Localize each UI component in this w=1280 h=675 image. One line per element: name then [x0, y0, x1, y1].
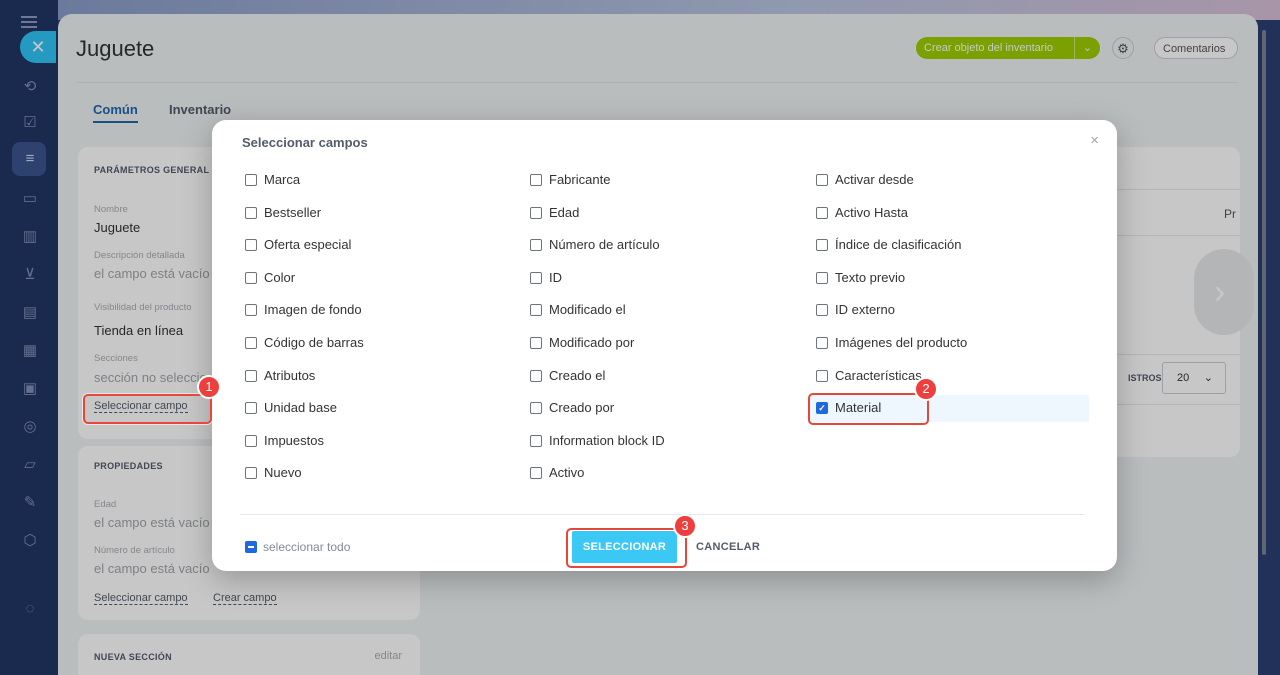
checkbox-icon[interactable]: [816, 239, 828, 252]
checkbox-icon[interactable]: [530, 271, 542, 284]
dialog-title: Seleccionar campos: [242, 135, 368, 150]
checkbox-icon[interactable]: [245, 271, 257, 284]
annotation-box-2: [808, 393, 929, 425]
checkbox-icon[interactable]: [816, 271, 828, 284]
field-option-label: Information block ID: [549, 432, 665, 448]
annotation-box-3: [566, 528, 687, 568]
field-option-label: Número de artículo: [549, 237, 660, 253]
field-option-label: Modificado el: [549, 302, 626, 318]
field-option-label: Impuestos: [264, 432, 324, 448]
checkbox-icon[interactable]: [245, 206, 257, 219]
checkbox-icon[interactable]: [530, 434, 542, 447]
checkbox-icon[interactable]: [245, 467, 257, 480]
field-option-label: ID: [549, 269, 562, 285]
annotation-box-1: [83, 394, 212, 424]
field-option-label: Creado por: [549, 400, 615, 416]
select-fields-dialog: Seleccionar campos × Marca Bestseller Ofer…: [212, 120, 1117, 571]
field-option-label: Creado el: [549, 367, 606, 383]
close-icon[interactable]: ×: [1090, 132, 1099, 149]
field-option-label: ID externo: [835, 302, 895, 318]
checkbox-icon[interactable]: [245, 239, 257, 252]
field-option-label: Imagen de fondo: [264, 302, 362, 318]
field-option-label: Fabricante: [549, 172, 611, 187]
field-option-label: Edad: [549, 204, 580, 220]
field-option-label: Marca: [264, 172, 301, 187]
field-option-label: Oferta especial: [264, 237, 352, 253]
checkbox-icon[interactable]: [245, 174, 257, 186]
checkbox-icon[interactable]: [530, 402, 542, 415]
checkbox-icon[interactable]: [245, 337, 257, 349]
checkbox-icon[interactable]: [530, 206, 542, 219]
checkbox-icon[interactable]: [816, 206, 828, 219]
field-option-label: Activar desde: [835, 172, 914, 187]
field-option-label: Activo Hasta: [835, 204, 908, 220]
checkbox-icon[interactable]: [530, 467, 542, 480]
field-option-label: Imágenes del producto: [835, 335, 968, 350]
cancel-button[interactable]: CANCELAR: [696, 531, 760, 563]
field-option-label: Nuevo: [264, 465, 302, 481]
checkbox-icon[interactable]: [816, 337, 828, 349]
select-all-label: seleccionar todo: [263, 540, 351, 554]
field-option-label: Código de barras: [264, 335, 364, 350]
field-option-label: Activo: [549, 465, 585, 481]
annotation-badge-1: 1: [197, 375, 221, 399]
annotation-badge-3: 3: [673, 514, 697, 538]
field-option-label: Bestseller: [264, 204, 322, 220]
checkbox-icon[interactable]: [530, 369, 542, 382]
minus-checkbox-icon: [245, 541, 257, 553]
checkbox-icon[interactable]: [245, 304, 257, 317]
checkbox-icon[interactable]: [530, 304, 542, 317]
field-option-label: Características: [835, 367, 922, 383]
checkbox-icon[interactable]: [245, 369, 257, 382]
checkbox-icon[interactable]: [530, 174, 542, 186]
checkbox-icon[interactable]: [245, 402, 257, 415]
annotation-badge-2: 2: [914, 377, 938, 401]
checkbox-icon[interactable]: [816, 174, 828, 186]
checkbox-icon[interactable]: [530, 337, 542, 349]
field-option-label: Color: [264, 269, 296, 285]
checkbox-icon[interactable]: [816, 304, 828, 317]
field-option-label: Texto previo: [835, 269, 906, 285]
field-option-label: Unidad base: [264, 400, 337, 416]
field-option-label: Modificado por: [549, 335, 635, 350]
checkbox-icon[interactable]: [530, 239, 542, 252]
checkbox-icon[interactable]: [245, 434, 257, 447]
checkbox-icon[interactable]: [816, 369, 828, 382]
footer-divider: [240, 514, 1084, 515]
field-option-label: Atributos: [264, 367, 316, 383]
field-option-label: Índice de clasificación: [835, 237, 962, 253]
